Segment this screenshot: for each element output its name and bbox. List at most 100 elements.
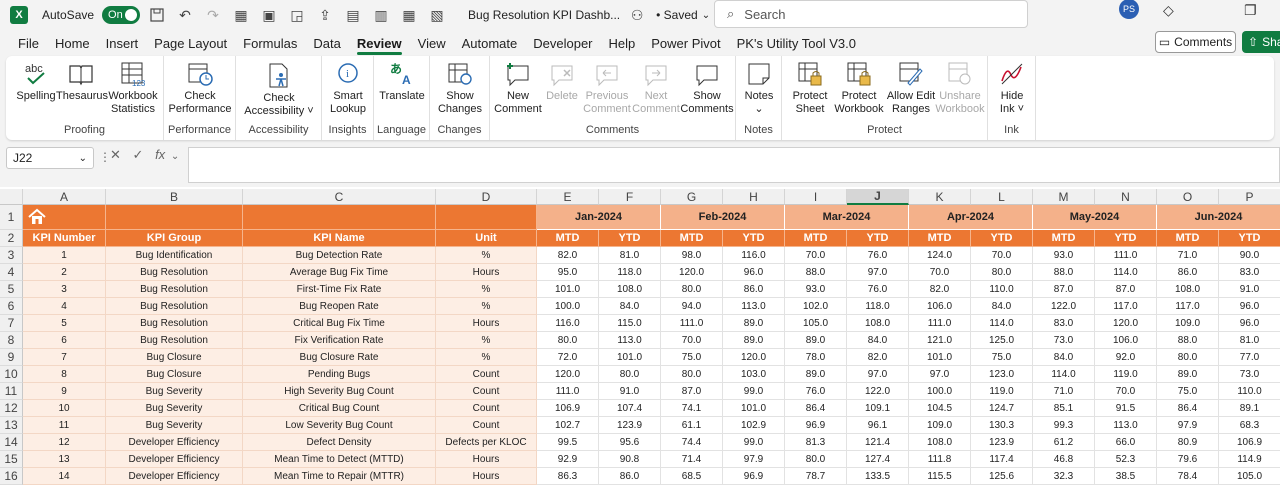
tab-data[interactable]: Data bbox=[305, 30, 348, 56]
value-cell[interactable]: 89.0 bbox=[1157, 366, 1219, 383]
value-cell[interactable]: 91.5 bbox=[1095, 400, 1157, 417]
kpi-name-cell[interactable]: Fix Verification Rate bbox=[243, 332, 436, 349]
value-cell[interactable]: 93.0 bbox=[1033, 247, 1095, 264]
column-header-a[interactable]: A bbox=[23, 189, 106, 205]
unit-cell[interactable]: % bbox=[436, 298, 537, 315]
kpi-name-cell[interactable]: Bug Reopen Rate bbox=[243, 298, 436, 315]
value-cell[interactable]: 121.4 bbox=[847, 434, 909, 451]
tab-review[interactable]: Review bbox=[349, 30, 410, 56]
row-header[interactable]: 8 bbox=[0, 332, 23, 349]
column-header-g[interactable]: G bbox=[661, 189, 723, 205]
value-cell[interactable]: 133.5 bbox=[847, 468, 909, 485]
kpi-group-cell[interactable]: Bug Resolution bbox=[106, 264, 243, 281]
kpi-number-header[interactable]: KPI Number bbox=[23, 230, 106, 247]
column-header-i[interactable]: I bbox=[785, 189, 847, 205]
mtd-header[interactable]: MTD bbox=[537, 230, 599, 247]
value-cell[interactable]: 89.0 bbox=[723, 315, 785, 332]
new-comment-button[interactable]: New Comment bbox=[492, 60, 544, 116]
value-cell[interactable]: 99.0 bbox=[723, 383, 785, 400]
value-cell[interactable]: 70.0 bbox=[1095, 383, 1157, 400]
value-cell[interactable]: 102.7 bbox=[537, 417, 599, 434]
value-cell[interactable]: 84.0 bbox=[971, 298, 1033, 315]
value-cell[interactable]: 117.0 bbox=[1157, 298, 1219, 315]
value-cell[interactable]: 120.0 bbox=[1095, 315, 1157, 332]
kpi-name-cell[interactable]: Mean Time to Repair (MTTR) bbox=[243, 468, 436, 485]
select-all-corner[interactable] bbox=[0, 189, 23, 205]
value-cell[interactable]: 107.4 bbox=[599, 400, 661, 417]
unit-cell[interactable]: % bbox=[436, 332, 537, 349]
tab-file[interactable]: File bbox=[10, 30, 47, 56]
tab-help[interactable]: Help bbox=[601, 30, 644, 56]
value-cell[interactable]: 81.0 bbox=[1219, 332, 1280, 349]
value-cell[interactable]: 80.0 bbox=[785, 451, 847, 468]
tab-insert[interactable]: Insert bbox=[98, 30, 147, 56]
kpi-name-cell[interactable]: Defect Density bbox=[243, 434, 436, 451]
unit-cell[interactable]: Hours bbox=[436, 451, 537, 468]
kpi-group-cell[interactable]: Bug Identification bbox=[106, 247, 243, 264]
kpi-number-cell[interactable]: 7 bbox=[23, 349, 106, 366]
value-cell[interactable]: 115.0 bbox=[599, 315, 661, 332]
kpi-number-cell[interactable]: 4 bbox=[23, 298, 106, 315]
value-cell[interactable]: 70.0 bbox=[971, 247, 1033, 264]
allow-edit-ranges-button[interactable]: Allow Edit Ranges bbox=[886, 60, 936, 116]
value-cell[interactable]: 114.0 bbox=[971, 315, 1033, 332]
calculator-icon[interactable]: ▦ bbox=[398, 4, 420, 26]
value-cell[interactable]: 96.9 bbox=[785, 417, 847, 434]
value-cell[interactable]: 96.9 bbox=[723, 468, 785, 485]
month-header[interactable]: Apr-2024 bbox=[909, 205, 1033, 230]
value-cell[interactable]: 73.0 bbox=[1219, 366, 1280, 383]
unit-cell[interactable]: Count bbox=[436, 400, 537, 417]
print-preview-icon[interactable]: ▧ bbox=[426, 4, 448, 26]
kpi-name-cell[interactable]: Average Bug Fix Time bbox=[243, 264, 436, 281]
value-cell[interactable]: 119.0 bbox=[1095, 366, 1157, 383]
row-header[interactable]: 14 bbox=[0, 434, 23, 451]
value-cell[interactable]: 115.5 bbox=[909, 468, 971, 485]
value-cell[interactable]: 98.0 bbox=[661, 247, 723, 264]
protect-workbook-button[interactable]: Protect Workbook bbox=[830, 60, 888, 116]
tab-automate[interactable]: Automate bbox=[454, 30, 526, 56]
kpi-group-cell[interactable]: Bug Resolution bbox=[106, 315, 243, 332]
row-header[interactable]: 12 bbox=[0, 400, 23, 417]
value-cell[interactable]: 101.0 bbox=[723, 400, 785, 417]
mtd-header[interactable]: MTD bbox=[1157, 230, 1219, 247]
row-header[interactable]: 13 bbox=[0, 417, 23, 434]
kpi-group-cell[interactable]: Developer Efficiency bbox=[106, 434, 243, 451]
mtd-header[interactable]: MTD bbox=[909, 230, 971, 247]
ytd-header[interactable]: YTD bbox=[599, 230, 661, 247]
value-cell[interactable]: 97.0 bbox=[847, 366, 909, 383]
value-cell[interactable]: 90.8 bbox=[599, 451, 661, 468]
value-cell[interactable]: 109.0 bbox=[909, 417, 971, 434]
insert-picture-icon[interactable]: ▣ bbox=[258, 4, 280, 26]
unit-cell[interactable]: % bbox=[436, 349, 537, 366]
value-cell[interactable]: 38.5 bbox=[1095, 468, 1157, 485]
value-cell[interactable]: 96.1 bbox=[847, 417, 909, 434]
value-cell[interactable]: 97.0 bbox=[909, 366, 971, 383]
translate-button[interactable]: あA Translate bbox=[376, 60, 428, 103]
value-cell[interactable]: 80.0 bbox=[599, 366, 661, 383]
ytd-header[interactable]: YTD bbox=[1219, 230, 1280, 247]
tab-formulas[interactable]: Formulas bbox=[235, 30, 305, 56]
tab-view[interactable]: View bbox=[410, 30, 454, 56]
value-cell[interactable]: 117.0 bbox=[1095, 298, 1157, 315]
tab-power-pivot[interactable]: Power Pivot bbox=[643, 30, 728, 56]
month-header[interactable]: Mar-2024 bbox=[785, 205, 909, 230]
value-cell[interactable]: 123.9 bbox=[599, 417, 661, 434]
hide-ink-button[interactable]: Hide Ink ˅ bbox=[992, 60, 1032, 116]
value-cell[interactable]: 113.0 bbox=[723, 298, 785, 315]
value-cell[interactable]: 88.0 bbox=[785, 264, 847, 281]
kpi-group-cell[interactable]: Bug Severity bbox=[106, 417, 243, 434]
kpi-number-cell[interactable]: 5 bbox=[23, 315, 106, 332]
kpi-group-cell[interactable]: Bug Resolution bbox=[106, 281, 243, 298]
value-cell[interactable]: 109.1 bbox=[847, 400, 909, 417]
check-accessibility-button[interactable]: Check Accessibility ˅ bbox=[242, 62, 316, 118]
value-cell[interactable]: 106.9 bbox=[537, 400, 599, 417]
tab-developer[interactable]: Developer bbox=[525, 30, 600, 56]
spelling-button[interactable]: abc Spelling bbox=[14, 60, 58, 103]
unit-cell[interactable]: Count bbox=[436, 417, 537, 434]
month-header[interactable]: May-2024 bbox=[1033, 205, 1157, 230]
value-cell[interactable]: 84.0 bbox=[599, 298, 661, 315]
avatar[interactable]: PS bbox=[1119, 0, 1139, 19]
kpi-number-cell[interactable]: 8 bbox=[23, 366, 106, 383]
value-cell[interactable]: 102.0 bbox=[785, 298, 847, 315]
value-cell[interactable]: 80.0 bbox=[537, 332, 599, 349]
